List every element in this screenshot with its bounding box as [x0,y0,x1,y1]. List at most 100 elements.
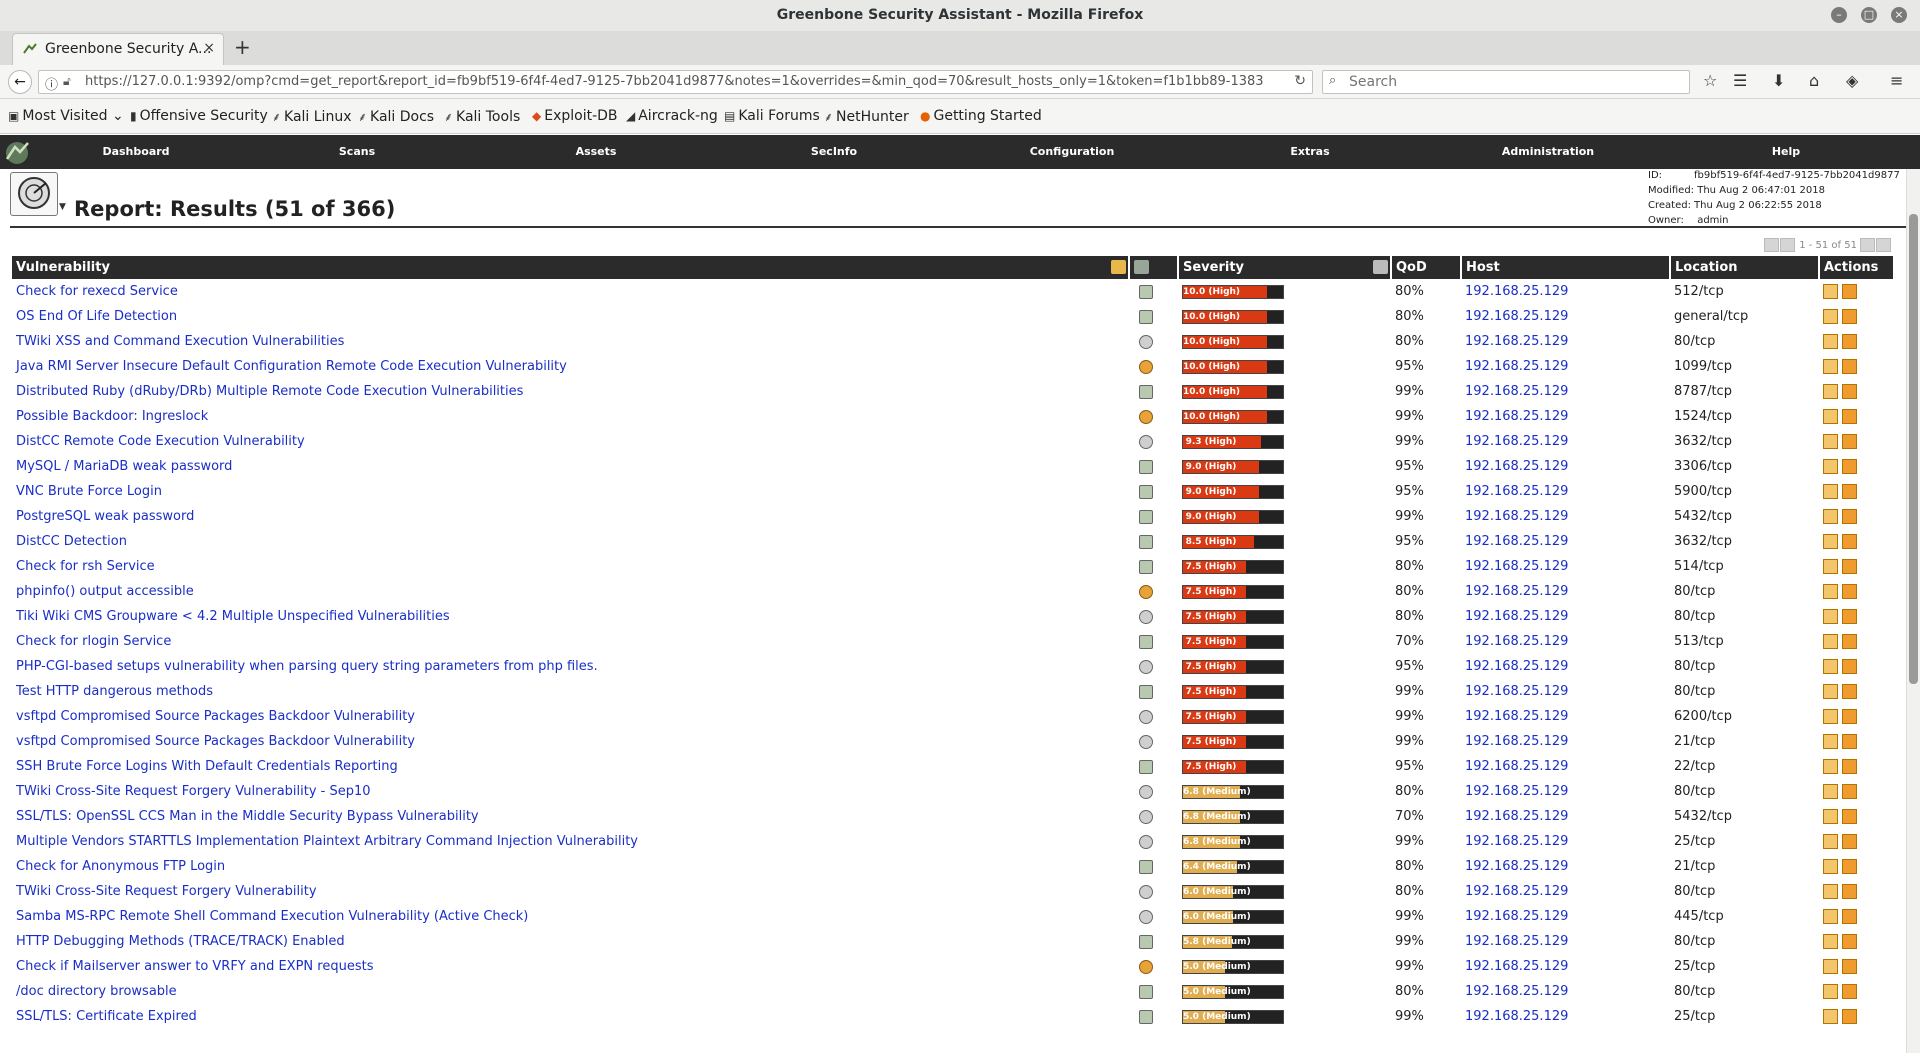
host-link[interactable]: 192.168.25.129 [1465,784,1568,799]
host-link[interactable]: 192.168.25.129 [1465,359,1568,374]
vulnerability-link[interactable]: SSL/TLS: OpenSSL CCS Man in the Middle S… [16,809,479,824]
add-note-icon[interactable] [1823,634,1838,649]
vulnerability-link[interactable]: Multiple Vendors STARTTLS Implementation… [16,834,638,849]
host-link[interactable]: 192.168.25.129 [1465,434,1568,449]
add-note-icon[interactable] [1823,384,1838,399]
host-link[interactable]: 192.168.25.129 [1465,984,1568,999]
vulnerability-link[interactable]: TWiki Cross-Site Request Forgery Vulnera… [16,784,371,799]
vulnerability-link[interactable]: HTTP Debugging Methods (TRACE/TRACK) Ena… [16,934,345,949]
host-link[interactable]: 192.168.25.129 [1465,459,1568,474]
add-note-icon[interactable] [1823,659,1838,674]
new-tab-icon[interactable]: + [234,35,251,59]
host-link[interactable]: 192.168.25.129 [1465,309,1568,324]
menu-extras[interactable]: Extras [1290,145,1329,158]
host-link[interactable]: 192.168.25.129 [1465,334,1568,349]
first-page-icon[interactable] [1764,238,1779,252]
tab-close-icon[interactable]: × [203,40,215,56]
add-override-icon[interactable] [1842,509,1857,524]
col-vulnerability[interactable]: Vulnerability [12,256,1130,279]
add-override-icon[interactable] [1842,309,1857,324]
bookmark-getting-started[interactable]: ● Getting Started [920,108,1042,124]
host-link[interactable]: 192.168.25.129 [1465,834,1568,849]
add-note-icon[interactable] [1823,584,1838,599]
menu-assets[interactable]: Assets [576,145,617,158]
col-qod[interactable]: QoD [1391,256,1462,279]
add-note-icon[interactable] [1823,809,1838,824]
vulnerability-link[interactable]: PHP-CGI-based setups vulnerability when … [16,659,598,674]
minimize-icon[interactable]: – [1831,7,1847,23]
url-text[interactable]: https://127.0.0.1:9392/omp?cmd=get_repor… [85,74,1285,89]
back-arrow-icon[interactable]: ← [8,70,32,94]
url-bar[interactable]: ⓘ 🔓︎ https://127.0.0.1:9392/omp?cmd=get_… [38,70,1313,94]
home-icon[interactable]: ⌂ [1809,71,1819,90]
report-dropdown-caret-icon[interactable]: ▼ [59,202,66,212]
host-link[interactable]: 192.168.25.129 [1465,684,1568,699]
bookmark-kali-tools[interactable]: ⸙ Kali Tools [444,108,520,125]
search-input[interactable] [1347,73,1681,91]
host-link[interactable]: 192.168.25.129 [1465,734,1568,749]
vulnerability-link[interactable]: VNC Brute Force Login [16,484,162,499]
menu-dashboard[interactable]: Dashboard [102,145,169,158]
col-severity[interactable]: Severity [1178,256,1392,279]
reload-icon[interactable]: ↻ [1294,73,1306,89]
bookmark-offensive-security[interactable]: ▮ Offensive Security [130,108,268,124]
host-link[interactable]: 192.168.25.129 [1465,959,1568,974]
vulnerability-link[interactable]: vsftpd Compromised Source Packages Backd… [16,734,415,749]
host-link[interactable]: 192.168.25.129 [1465,284,1568,299]
add-override-icon[interactable] [1842,659,1857,674]
col-location[interactable]: Location [1670,256,1820,279]
add-override-icon[interactable] [1842,834,1857,849]
add-note-icon[interactable] [1823,309,1838,324]
bookmark-most-visited[interactable]: ▣ Most Visited ⌄ [8,108,124,124]
add-note-icon[interactable] [1823,509,1838,524]
add-override-icon[interactable] [1842,459,1857,474]
add-override-icon[interactable] [1842,734,1857,749]
hamburger-menu-icon[interactable]: ≡ [1890,71,1903,90]
add-note-icon[interactable] [1823,334,1838,349]
host-link[interactable]: 192.168.25.129 [1465,709,1568,724]
col-solution-type[interactable] [1129,256,1179,279]
vulnerability-link[interactable]: TWiki Cross-Site Request Forgery Vulnera… [16,884,317,899]
vulnerability-link[interactable]: Check for rsh Service [16,559,155,574]
host-link[interactable]: 192.168.25.129 [1465,659,1568,674]
vulnerability-link[interactable]: Java RMI Server Insecure Default Configu… [16,359,567,374]
add-note-icon[interactable] [1823,934,1838,949]
add-note-icon[interactable] [1823,759,1838,774]
add-note-icon[interactable] [1823,909,1838,924]
host-link[interactable]: 192.168.25.129 [1465,934,1568,949]
vulnerability-link[interactable]: DistCC Remote Code Execution Vulnerabili… [16,434,305,449]
browser-tab[interactable]: Greenbone Security A... × [12,33,224,65]
host-link[interactable]: 192.168.25.129 [1465,609,1568,624]
add-note-icon[interactable] [1823,609,1838,624]
add-note-icon[interactable] [1823,434,1838,449]
page-scrollbar[interactable] [1906,169,1920,1053]
add-note-icon[interactable] [1823,484,1838,499]
vulnerability-link[interactable]: SSL/TLS: Certificate Expired [16,1009,197,1024]
host-link[interactable]: 192.168.25.129 [1465,809,1568,824]
host-link[interactable]: 192.168.25.129 [1465,759,1568,774]
add-override-icon[interactable] [1842,684,1857,699]
host-link[interactable]: 192.168.25.129 [1465,909,1568,924]
host-link[interactable]: 192.168.25.129 [1465,534,1568,549]
add-override-icon[interactable] [1842,784,1857,799]
add-override-icon[interactable] [1842,859,1857,874]
add-note-icon[interactable] [1823,884,1838,899]
add-override-icon[interactable] [1842,909,1857,924]
add-override-icon[interactable] [1842,484,1857,499]
add-override-icon[interactable] [1842,934,1857,949]
add-note-icon[interactable] [1823,834,1838,849]
vulnerability-link[interactable]: vsftpd Compromised Source Packages Backd… [16,709,415,724]
add-note-icon[interactable] [1823,559,1838,574]
add-note-icon[interactable] [1823,1009,1838,1024]
bookmark-kali-docs[interactable]: ⸙ Kali Docs [358,108,434,125]
add-override-icon[interactable] [1842,334,1857,349]
bookmark-nethunter[interactable]: ⸙ NetHunter [824,108,909,125]
add-note-icon[interactable] [1823,709,1838,724]
host-link[interactable]: 192.168.25.129 [1465,859,1568,874]
vulnerability-link[interactable]: Check for rexecd Service [16,284,178,299]
bookmark-star-icon[interactable]: ☆ [1703,71,1717,90]
add-override-icon[interactable] [1842,959,1857,974]
bookmark-kali-linux[interactable]: ⸙ Kali Linux [272,108,351,125]
info-icon[interactable]: ⓘ [45,74,58,93]
vulnerability-link[interactable]: DistCC Detection [16,534,127,549]
